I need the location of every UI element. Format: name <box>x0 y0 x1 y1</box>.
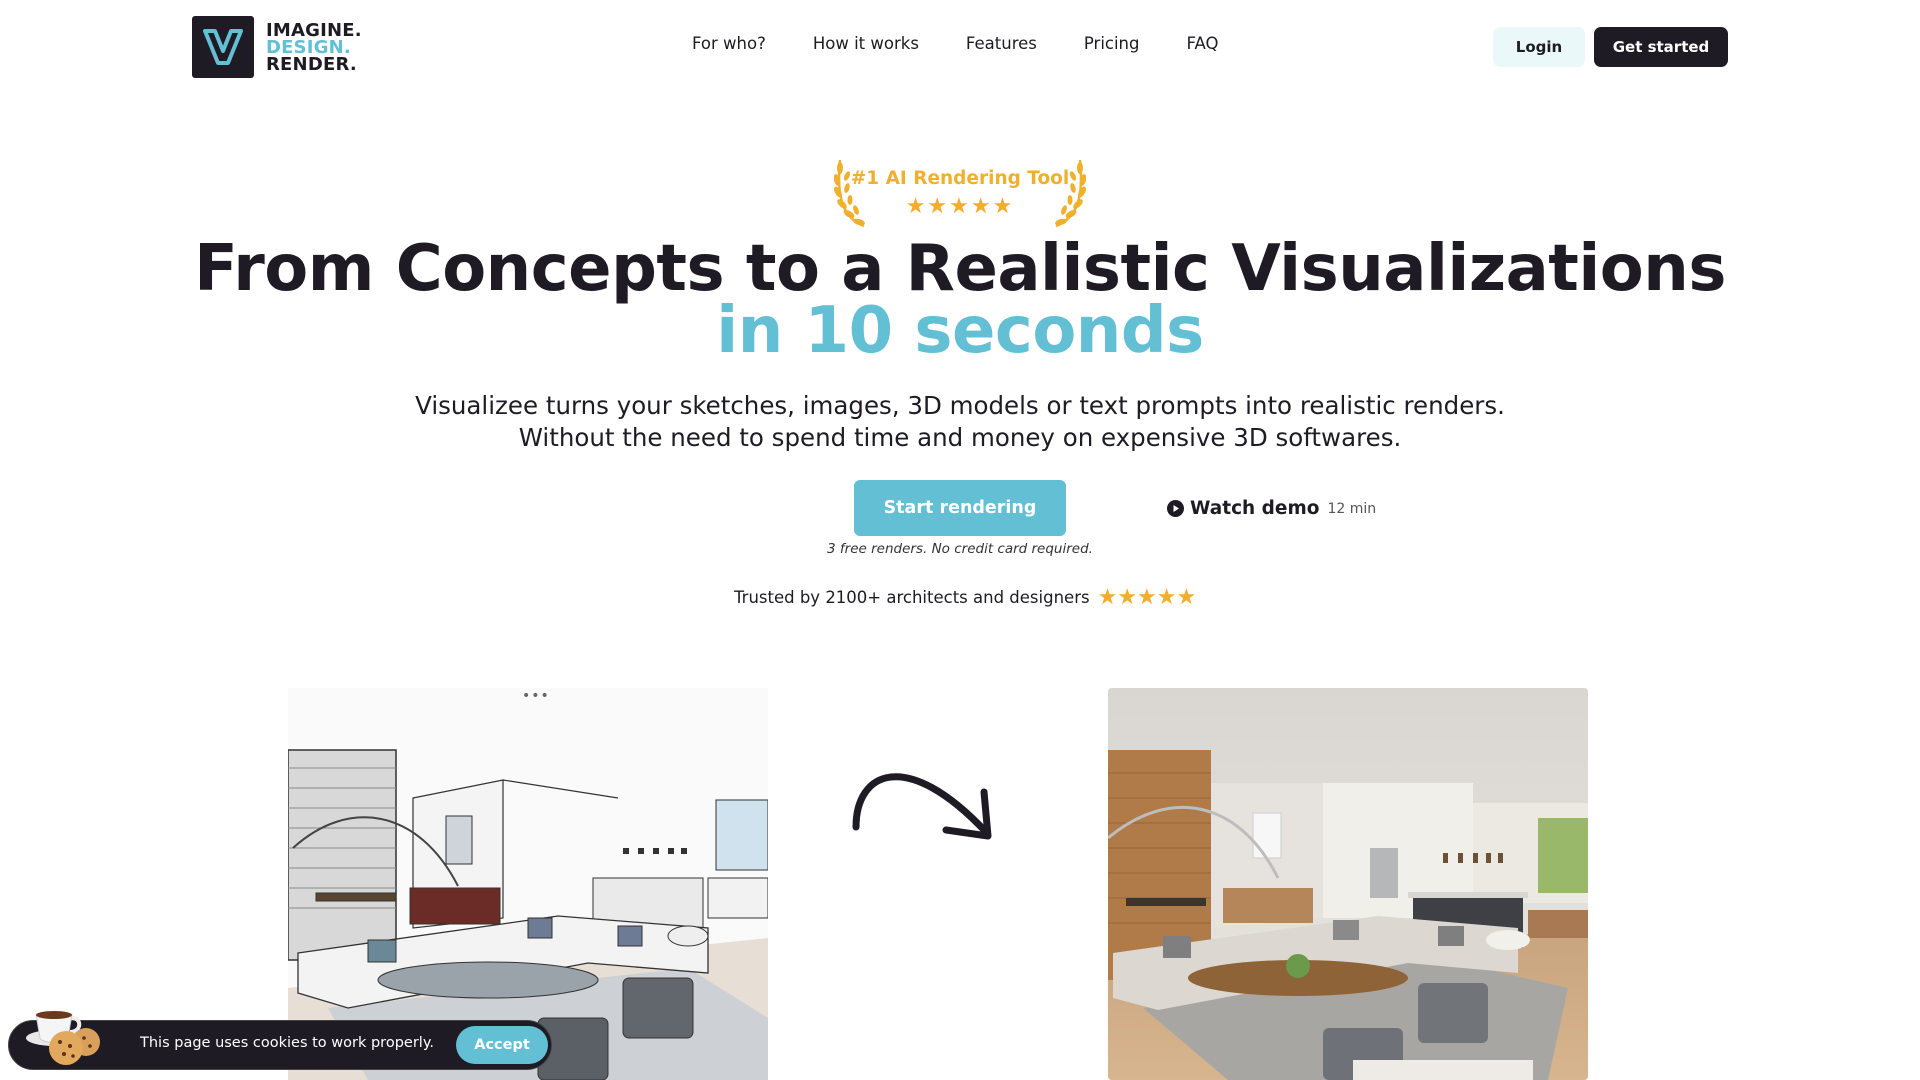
award-badge: #1 AI Rendering Tool ★★★★★ <box>830 152 1090 232</box>
cookie-accept-button[interactable]: Accept <box>456 1026 548 1064</box>
more-options-icon[interactable]: ••• <box>522 688 550 704</box>
main-nav: For who? How it works Features Pricing F… <box>692 34 1218 53</box>
logo[interactable]: IMAGINE. DESIGN. RENDER. <box>192 16 362 78</box>
cookie-message: This page uses cookies to work properly. <box>140 1035 434 1051</box>
watch-demo-link[interactable]: Watch demo 12 min <box>1167 498 1376 519</box>
render-illustration <box>1108 688 1588 1080</box>
nav-how-it-works[interactable]: How it works <box>813 34 919 53</box>
start-rendering-button[interactable]: Start rendering <box>854 480 1066 536</box>
coffee-cookie-icon <box>26 1011 100 1065</box>
logo-text: IMAGINE. DESIGN. RENDER. <box>266 19 362 75</box>
trusted-stars-icon: ★★★★★ <box>1097 585 1197 610</box>
logo-mark-icon <box>192 16 254 78</box>
watch-demo-duration: 12 min <box>1327 500 1377 517</box>
get-started-button[interactable]: Get started <box>1594 27 1728 67</box>
nav-features[interactable]: Features <box>966 34 1037 53</box>
hero-headline: From Concepts to a Realistic Visualizati… <box>194 232 1726 306</box>
logo-line-render: RENDER. <box>266 53 357 75</box>
trusted-text: Trusted by 2100+ architects and designer… <box>734 588 1090 607</box>
hero-subtitle: Visualizee turns your sketches, images, … <box>0 390 1920 454</box>
hero-headline-accent: in 10 seconds <box>716 294 1204 368</box>
hero-subtitle-line2: Without the need to spend time and money… <box>518 423 1402 452</box>
logo-line-imagine: IMAGINE. <box>266 19 362 41</box>
laurel-right-icon <box>1055 159 1086 228</box>
render-image <box>1108 688 1588 1080</box>
login-button[interactable]: Login <box>1493 27 1585 67</box>
logo-line-design: DESIGN. <box>266 36 351 58</box>
nav-faq[interactable]: FAQ <box>1187 34 1219 53</box>
free-renders-note: 3 free renders. No credit card required. <box>827 541 1093 557</box>
curved-arrow-icon <box>852 773 992 840</box>
play-icon <box>1167 500 1184 517</box>
nav-for-who[interactable]: For who? <box>692 34 766 53</box>
nav-pricing[interactable]: Pricing <box>1084 34 1140 53</box>
hero-subtitle-line1: Visualizee turns your sketches, images, … <box>415 391 1505 420</box>
watch-demo-label: Watch demo <box>1190 498 1320 519</box>
trusted-by: Trusted by 2100+ architects and designer… <box>734 585 1196 610</box>
